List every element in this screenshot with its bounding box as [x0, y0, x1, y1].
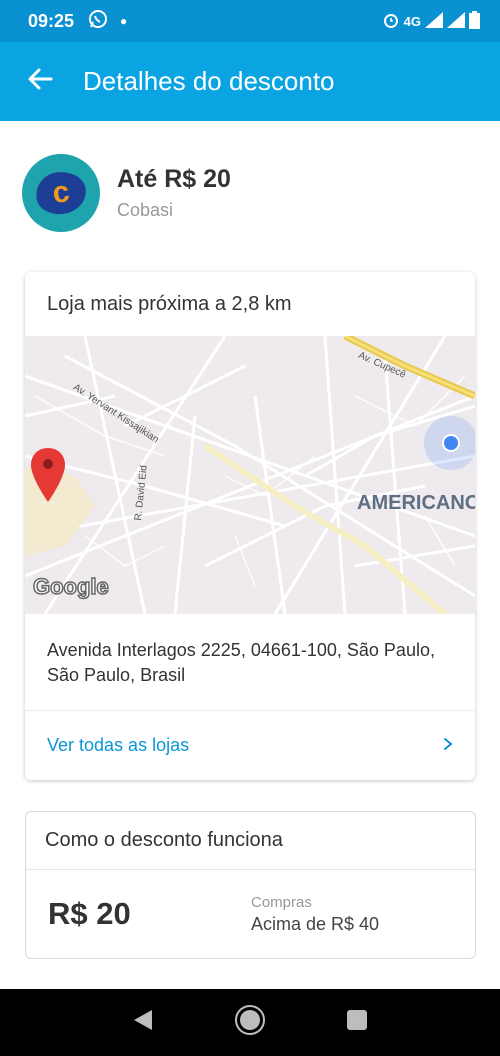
network-type: 4G — [403, 13, 421, 29]
status-bar: 09:25 ● 4G — [0, 0, 500, 42]
back-button[interactable] — [0, 42, 80, 121]
store-logo-letter: c — [50, 175, 72, 211]
discount-amount: R$ 20 — [48, 896, 131, 931]
app-bar: Detalhes do desconto — [0, 42, 500, 121]
store-text: Até R$ 20 Cobasi — [117, 165, 231, 221]
store-discount: Até R$ 20 — [117, 165, 231, 193]
status-time: 09:25 — [28, 10, 75, 31]
store-logo-mark: c — [33, 168, 89, 218]
store-header: c Até R$ 20 Cobasi — [22, 154, 231, 232]
page-title: Detalhes do desconto — [83, 66, 335, 96]
nav-home-icon[interactable] — [234, 1004, 266, 1041]
nav-back-icon[interactable] — [132, 1008, 154, 1037]
status-icons: 4G — [382, 10, 480, 32]
condition-value: Acima de R$ 40 — [251, 913, 380, 934]
nearest-store-title: Loja mais próxima a 2,8 km — [47, 292, 292, 315]
store-map[interactable]: Av. Yervant Kissajikian Av. Cupecê R. Da… — [25, 336, 475, 614]
store-logo: c — [22, 154, 100, 232]
alarm-icon — [382, 11, 400, 32]
signal-icon — [425, 11, 443, 31]
how-discount-body: R$ 20 Compras Acima de R$ 40 — [26, 870, 475, 958]
battery-icon — [469, 10, 480, 32]
discount-condition: Compras Acima de R$ 40 — [251, 894, 379, 935]
see-all-stores-label: Ver todas as lojas — [47, 735, 190, 755]
how-discount-works-title: Como o desconto funciona — [26, 812, 475, 870]
nearest-store-card: Loja mais próxima a 2,8 km Av. Yervant K… — [25, 272, 475, 780]
whatsapp-icon — [88, 9, 108, 34]
chevron-right-icon — [443, 735, 453, 756]
condition-label: Compras — [251, 893, 312, 911]
see-all-stores-button[interactable]: Ver todas as lojas — [25, 711, 475, 780]
store-name: Cobasi — [117, 200, 174, 220]
notification-dot-icon: ● — [120, 14, 128, 28]
system-nav-bar — [0, 989, 500, 1056]
nav-recents-icon[interactable] — [346, 1009, 368, 1036]
google-logo: Google — [32, 573, 109, 600]
arrow-back-icon — [27, 67, 53, 96]
map-area-label: AMERICANO — [357, 492, 475, 514]
store-address: Avenida Interlagos 2225, 04661-100, São … — [47, 640, 435, 685]
signal-icon-2 — [447, 11, 465, 31]
how-discount-works-card: Como o desconto funciona R$ 20 Compras A… — [25, 811, 476, 959]
